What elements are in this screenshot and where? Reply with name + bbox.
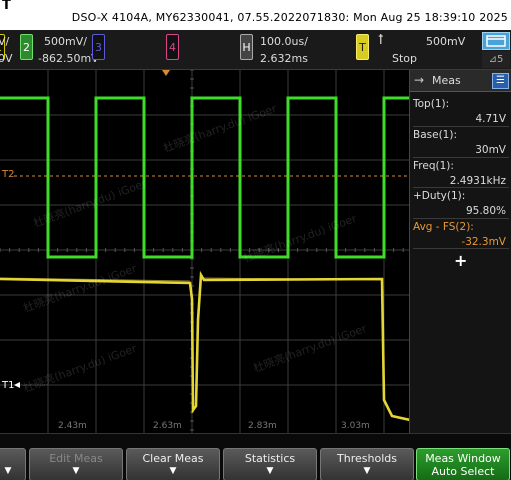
meas-panel: → Meas ☰ Top(1): 4.71V Base(1): 30mV Fre… (409, 70, 511, 433)
softkey-back-button[interactable]: ▼ (0, 448, 26, 480)
channel-3-badge[interactable]: 3 (92, 34, 105, 60)
meas-label: Avg - FS(2): (413, 221, 474, 233)
horizontal-delay: 2.632ms (260, 52, 308, 65)
statistics-button[interactable]: Statistics ▼ (223, 448, 317, 480)
meas-value: 4.71V (475, 113, 506, 125)
statistics-label: Statistics (244, 452, 296, 465)
meas-label: Top(1): (413, 98, 450, 110)
clear-meas-label: Clear Meas (142, 452, 204, 465)
meas-value: 2.4931kHz (449, 175, 506, 187)
channel-4-badge[interactable]: 4 (166, 34, 179, 60)
clear-meas-button[interactable]: Clear Meas ▼ (126, 448, 220, 480)
channel-bar: 1 V/ 0V 2 500mV/ -862.50mV 3 4 H 100.0us… (0, 30, 511, 70)
horizontal-badge[interactable]: H (240, 34, 253, 60)
edit-meas-label: Edit Meas (49, 452, 103, 465)
channel-2-badge[interactable]: 2 (20, 34, 33, 60)
waveform-display[interactable]: T2 T1 2.43m 2.63m 2.83m 3.03m 杜晓亮(harry.… (0, 70, 410, 433)
menu-icon[interactable]: ☰ (492, 73, 509, 89)
channel-4-settings[interactable]: 4 (166, 30, 186, 70)
channel-1-scale: V/ (0, 35, 10, 48)
time-label-1: 2.43m (58, 421, 87, 431)
down-arrow-icon: ▼ (169, 466, 177, 476)
channel-3-settings[interactable]: 3 (92, 30, 112, 70)
softkey-bar: ▼ Edit Meas ▼ Clear Meas ▼ Statistics ▼ Thr… (0, 433, 511, 480)
time-per-div: 100.0us/ (260, 35, 308, 48)
meas-panel-header[interactable]: → Meas ☰ (410, 70, 511, 92)
meas-window-label: Meas Window (425, 452, 501, 465)
thresholds-button[interactable]: Thresholds ▼ (320, 448, 414, 480)
time-label-4: 3.03m (341, 421, 370, 431)
meas-value: 95.80% (465, 205, 506, 217)
marker-t2-label: T2 (2, 169, 15, 180)
trigger-level: 500mV (426, 35, 466, 48)
time-label-3: 2.83m (248, 421, 277, 431)
meas-panel-title: Meas (432, 74, 461, 87)
channel-1-settings[interactable]: 1 V/ 0V (0, 30, 20, 70)
trigger-settings[interactable]: T ꝉ 500mV Stop (356, 30, 466, 70)
down-arrow-icon: ▼ (4, 466, 12, 476)
meas-value: 30mV (475, 144, 506, 156)
channel-1-trace (0, 270, 410, 422)
meas-value: -32.3mV (461, 236, 506, 248)
channel-2-scale: 500mV/ (44, 35, 87, 48)
meas-window-button[interactable]: Meas Window Auto Select (416, 448, 510, 480)
logo: T (2, 0, 11, 13)
time-label-2: 2.63m (153, 421, 182, 431)
trigger-edge-icon: ꝉ (378, 33, 384, 48)
divider (413, 248, 509, 249)
trigger-position-icon (162, 70, 170, 76)
collapse-arrow-icon[interactable]: → (414, 73, 424, 87)
channel-1-offset: 0V (0, 52, 13, 65)
edit-meas-button[interactable]: Edit Meas ▼ (29, 448, 123, 480)
title-bar: T DSO-X 4104A, MY62330041, 07.55.2022071… (0, 0, 511, 30)
run-state: Stop (392, 52, 418, 65)
divider (413, 157, 509, 158)
marker-t1-icon (14, 382, 20, 388)
meas-window-mode: Auto Select (431, 465, 495, 478)
meas-label: +Duty(1): (413, 190, 466, 202)
divider (413, 218, 509, 219)
marker-t1-label: T1 (2, 380, 15, 391)
channel-2-trace (0, 96, 410, 259)
display-mode-control[interactable]: ⊿5 (482, 32, 510, 68)
down-arrow-icon: ▼ (72, 466, 80, 476)
thresholds-label: Thresholds (337, 452, 397, 465)
meas-label: Base(1): (413, 129, 457, 141)
trigger-badge[interactable]: T (356, 34, 369, 60)
divider (413, 126, 509, 127)
zoom-toggle[interactable]: ⊿5 (482, 51, 510, 68)
waveform-graticule (0, 70, 410, 433)
instrument-info: DSO-X 4104A, MY62330041, 07.55.202207183… (71, 11, 508, 24)
down-arrow-icon: ▼ (266, 466, 274, 476)
meas-label: Freq(1): (413, 160, 454, 172)
horizontal-settings[interactable]: H 100.0us/ 2.632ms (240, 30, 320, 70)
add-measurement-button[interactable]: + (454, 251, 467, 270)
down-arrow-icon: ▼ (363, 466, 371, 476)
channel-2-offset: -862.50mV (38, 52, 99, 65)
window-icon[interactable] (482, 32, 510, 50)
divider (413, 187, 509, 188)
channel-2-settings[interactable]: 2 500mV/ -862.50mV (20, 30, 99, 70)
oscilloscope-screen: T DSO-X 4104A, MY62330041, 07.55.2022071… (0, 0, 511, 480)
